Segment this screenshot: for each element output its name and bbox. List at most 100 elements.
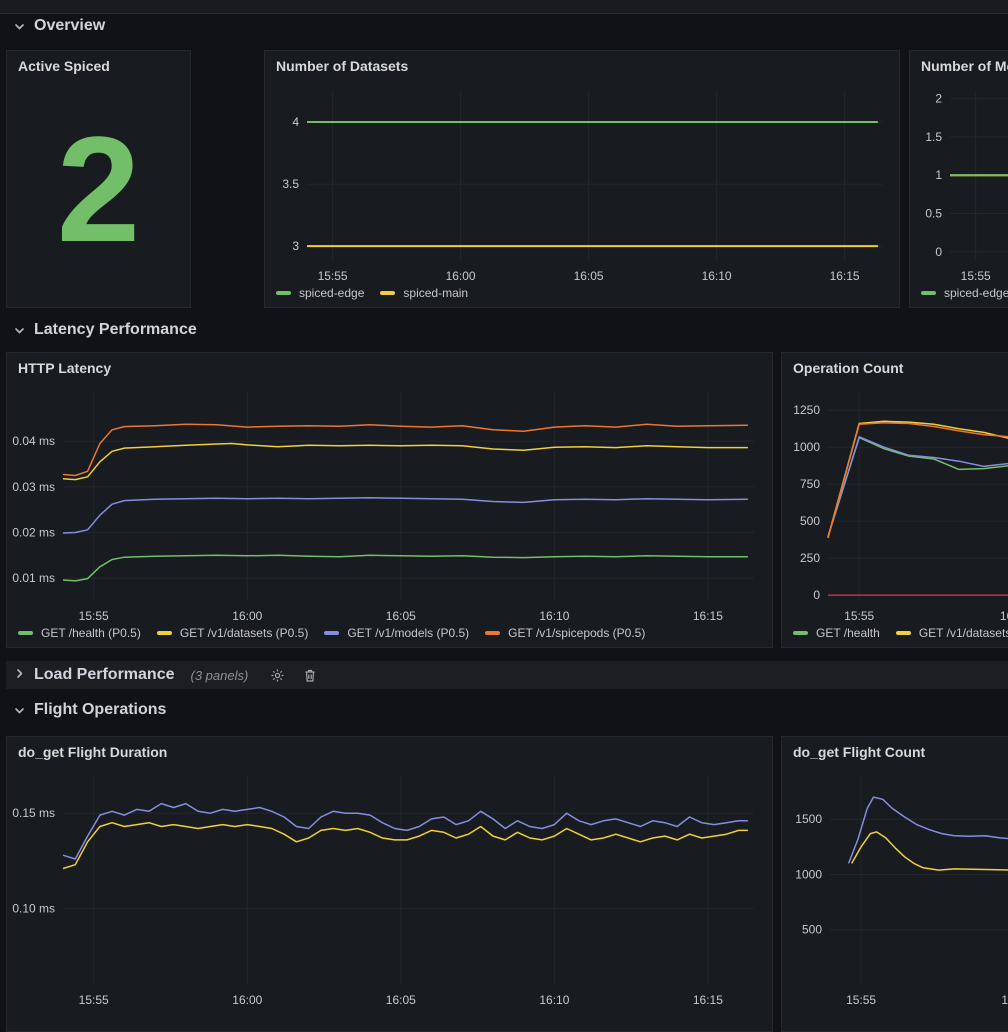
svg-text:15:55: 15:55 xyxy=(961,269,991,283)
svg-text:0.15 ms: 0.15 ms xyxy=(12,806,55,820)
panel-do-get-flight-duration: do_get Flight Duration 15:5516:0016:0516… xyxy=(6,736,773,1032)
datasets-chart[interactable]: 15:5516:0016:0516:1016:1533.54 xyxy=(265,51,900,308)
svg-text:0.10 ms: 0.10 ms xyxy=(12,902,55,916)
svg-text:16:00: 16:00 xyxy=(232,993,262,1007)
svg-text:1.5: 1.5 xyxy=(925,130,942,144)
svg-text:16:05: 16:05 xyxy=(386,609,416,623)
svg-text:1500: 1500 xyxy=(795,812,822,826)
panel-title[interactable]: Active Spiced xyxy=(7,51,190,81)
panels-count-note: (3 panels) xyxy=(190,668,248,683)
svg-text:500: 500 xyxy=(802,923,822,937)
svg-text:15:55: 15:55 xyxy=(79,609,109,623)
legend-swatch xyxy=(324,631,339,635)
section-title: Load Performance xyxy=(34,666,174,684)
flight-duration-chart[interactable]: 15:55 16:00 16:05 16:10 16:15 0.15 ms 0.10 ms xyxy=(7,737,773,1032)
svg-text:16:15: 16:15 xyxy=(830,269,860,283)
legend: GET /healthGET /v1/datasetsGET /v1/model… xyxy=(793,626,1008,640)
legend-item[interactable]: spiced-edge xyxy=(276,286,364,300)
svg-text:0.5: 0.5 xyxy=(925,207,942,221)
legend-label: spiced-main xyxy=(403,286,468,300)
chevron-down-icon xyxy=(14,21,25,32)
svg-text:16:10: 16:10 xyxy=(539,609,569,623)
svg-text:0.01 ms: 0.01 ms xyxy=(12,571,55,585)
legend-item[interactable]: GET /v1/models (P0.5) xyxy=(324,626,469,640)
svg-text:0.02 ms: 0.02 ms xyxy=(12,526,55,540)
http-latency-chart[interactable]: 15:55 16:00 16:05 16:10 16:15 0.01 ms 0.02 ms 0… xyxy=(7,353,773,648)
legend-label: spiced-edge xyxy=(944,286,1008,300)
svg-text:16:00: 16:00 xyxy=(1000,609,1008,623)
legend: GET /health (P0.5) GET /v1/datasets (P0.5… xyxy=(18,626,645,640)
section-title: Latency Performance xyxy=(34,321,197,339)
svg-text:16:00: 16:00 xyxy=(1001,993,1008,1007)
section-header-flight-operations[interactable]: Flight Operations xyxy=(14,701,166,719)
legend-label: GET /v1/spicepods (P0.5) xyxy=(508,626,645,640)
legend-swatch xyxy=(921,291,936,295)
svg-text:0: 0 xyxy=(813,588,820,602)
svg-text:750: 750 xyxy=(800,477,820,491)
legend-item[interactable]: GET /health xyxy=(793,626,880,640)
svg-text:16:05: 16:05 xyxy=(386,993,416,1007)
svg-text:3: 3 xyxy=(292,239,299,253)
legend-swatch xyxy=(380,291,395,295)
legend-label: GET /health xyxy=(816,626,880,640)
svg-text:16:10: 16:10 xyxy=(539,993,569,1007)
chevron-down-icon xyxy=(14,705,25,716)
svg-text:15:55: 15:55 xyxy=(79,993,109,1007)
svg-text:15:55: 15:55 xyxy=(846,993,876,1007)
legend-item[interactable]: GET /v1/spicepods (P0.5) xyxy=(485,626,645,640)
legend-label: GET /v1/datasets (P0.5) xyxy=(180,626,309,640)
panel-do-get-flight-count: do_get Flight Count 15:5516:0016:0516:10… xyxy=(781,736,1008,1032)
panel-number-of-datasets: Number of Datasets 15:5516:0016:0516:101… xyxy=(264,50,900,308)
section-header-latency-performance[interactable]: Latency Performance xyxy=(14,321,197,339)
trash-icon[interactable] xyxy=(303,668,317,683)
section-header-overview[interactable]: Overview xyxy=(14,17,105,35)
chevron-down-icon xyxy=(14,325,25,336)
legend: spiced-edgespiced-main xyxy=(921,286,1008,300)
svg-text:250: 250 xyxy=(800,551,820,565)
section-title: Flight Operations xyxy=(34,701,166,719)
legend-swatch xyxy=(276,291,291,295)
legend-label: GET /v1/datasets xyxy=(919,626,1008,640)
legend: spiced-edge spiced-main xyxy=(276,286,468,300)
panel-operation-count: Operation Count 15:5516:0016:0516:1016:1… xyxy=(781,352,1008,648)
svg-text:0: 0 xyxy=(935,245,942,259)
svg-text:2: 2 xyxy=(935,92,942,106)
operation-count-chart[interactable]: 15:5516:0016:0516:1016:15025050075010001… xyxy=(782,353,1008,648)
legend-item[interactable]: spiced-main xyxy=(380,286,468,300)
svg-text:15:55: 15:55 xyxy=(318,269,348,283)
svg-text:15:55: 15:55 xyxy=(844,609,874,623)
legend-item[interactable]: spiced-edge xyxy=(921,286,1008,300)
legend-swatch xyxy=(896,631,911,635)
panel-http-latency: HTTP Latency 15:5516:0016:0516:1016:150.… xyxy=(6,352,773,648)
models-chart[interactable]: 15:5516:0016:0516:1016:1500.511.52 xyxy=(910,51,1008,308)
stat-value: 2 xyxy=(7,85,190,293)
chevron-right-icon xyxy=(14,666,25,684)
flight-count-chart[interactable]: 15:5516:0016:0516:1016:1515001000500 xyxy=(782,737,1008,1032)
svg-text:16:05: 16:05 xyxy=(574,269,604,283)
svg-text:1250: 1250 xyxy=(793,403,820,417)
svg-text:1: 1 xyxy=(935,168,942,182)
legend-swatch xyxy=(793,631,808,635)
legend-label: GET /health (P0.5) xyxy=(41,626,141,640)
svg-text:1000: 1000 xyxy=(795,868,822,882)
section-header-load-performance[interactable]: Load Performance (3 panels) xyxy=(6,661,1008,689)
top-toolbar-edge xyxy=(0,0,1008,14)
legend-item[interactable]: GET /v1/datasets (P0.5) xyxy=(157,626,309,640)
gear-icon[interactable] xyxy=(270,668,285,683)
legend-swatch xyxy=(485,631,500,635)
legend-swatch xyxy=(18,631,33,635)
panel-number-of-models: Number of Models 15:5516:0016:0516:1016:… xyxy=(909,50,1008,308)
panel-title-text: Active Spiced xyxy=(18,58,110,74)
legend-item[interactable]: GET /health (P0.5) xyxy=(18,626,141,640)
panel-active-spiced: Active Spiced 2 xyxy=(6,50,191,308)
dashboard: Overview Active Spiced 2 Number of Datas… xyxy=(0,0,1008,849)
section-title: Overview xyxy=(34,17,105,35)
legend-swatch xyxy=(157,631,172,635)
svg-text:500: 500 xyxy=(800,514,820,528)
svg-text:16:15: 16:15 xyxy=(693,993,723,1007)
svg-text:16:00: 16:00 xyxy=(232,609,262,623)
svg-text:0.04 ms: 0.04 ms xyxy=(12,434,55,448)
svg-text:0.03 ms: 0.03 ms xyxy=(12,480,55,494)
svg-text:16:15: 16:15 xyxy=(693,609,723,623)
legend-item[interactable]: GET /v1/datasets xyxy=(896,626,1008,640)
